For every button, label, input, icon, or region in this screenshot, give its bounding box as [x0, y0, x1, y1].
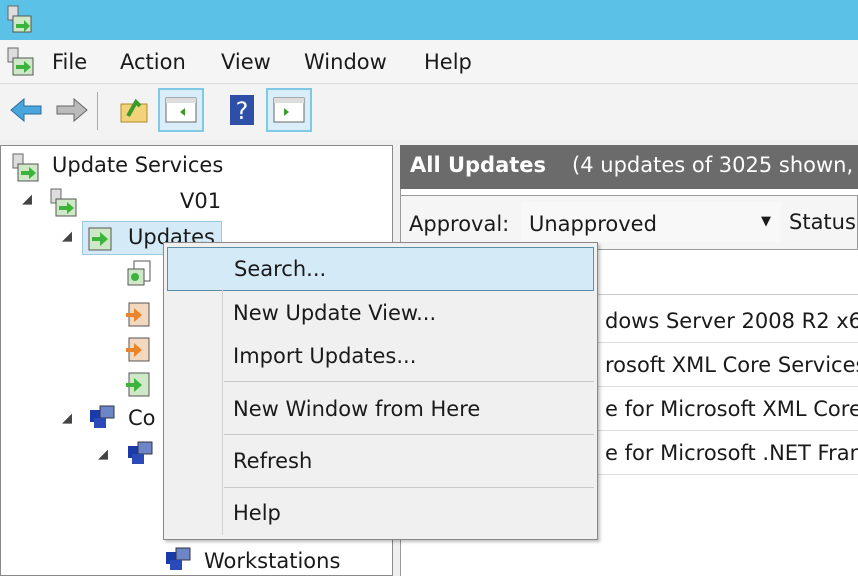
- all-updates-icon: [127, 260, 151, 286]
- menu-item-help[interactable]: Help: [167, 491, 594, 535]
- app-icon: [7, 47, 34, 76]
- back-arrow-icon: [10, 97, 42, 123]
- menu-item-new-update-view[interactable]: New Update View...: [167, 292, 594, 334]
- update-services-icon: [7, 5, 32, 33]
- menu-gutter-divider: [222, 290, 223, 535]
- details-title: All Updates: [410, 153, 547, 177]
- details-header: All Updates (4 updates of 3025 shown, 3: [400, 145, 858, 189]
- menu-window[interactable]: Window: [304, 50, 387, 74]
- expand-triangle-icon[interactable]: ◢: [62, 411, 72, 426]
- tree-item-server[interactable]: V01: [180, 189, 221, 213]
- svg-text:?: ?: [236, 97, 249, 125]
- computer-group-icon: [128, 441, 153, 464]
- menu-separator: [224, 434, 594, 435]
- tree-item-workstations[interactable]: Workstations: [204, 549, 340, 573]
- menu-action[interactable]: Action: [120, 50, 186, 74]
- menu-separator: [224, 487, 594, 488]
- wsus-updates-icon: [126, 372, 150, 397]
- security-updates-icon: [126, 337, 150, 362]
- menu-item-search[interactable]: Search...: [167, 247, 594, 291]
- menu-help[interactable]: Help: [424, 50, 472, 74]
- expand-triangle-icon[interactable]: ◢: [62, 229, 72, 244]
- tree-item-update-services[interactable]: Update Services: [52, 153, 223, 177]
- forward-button[interactable]: [52, 90, 92, 130]
- server-icon: [50, 188, 77, 217]
- menu-separator: [224, 381, 594, 382]
- menu-item-refresh[interactable]: Refresh: [167, 438, 594, 484]
- forward-arrow-icon: [56, 97, 88, 123]
- menu-item-new-window-from-here[interactable]: New Window from Here: [167, 386, 594, 432]
- help-icon: ?: [230, 95, 254, 125]
- expand-triangle-icon[interactable]: ◢: [22, 192, 32, 207]
- console-tree-icon: [165, 97, 197, 123]
- approval-dropdown[interactable]: Unapproved ▼: [521, 202, 781, 242]
- folder-up-icon: [120, 98, 148, 123]
- details-count: (4 updates of 3025 shown, 3: [572, 153, 858, 177]
- update-services-icon: [12, 153, 39, 182]
- updates-icon: [88, 227, 112, 251]
- approval-label: Approval:: [409, 212, 510, 236]
- context-menu: Search... New Update View... Import Upda…: [163, 242, 598, 540]
- help-button[interactable]: ?: [222, 90, 262, 130]
- critical-updates-icon: [126, 302, 150, 327]
- title-bar: [0, 0, 858, 40]
- approval-value: Unapproved: [529, 212, 657, 236]
- menu-item-import-updates[interactable]: Import Updates...: [167, 335, 594, 377]
- action-pane-icon: [273, 97, 305, 123]
- computers-icon: [90, 405, 115, 428]
- up-folder-button[interactable]: [114, 90, 154, 130]
- status-label: Status:: [789, 210, 858, 234]
- show-hide-console-tree-button[interactable]: [158, 88, 204, 132]
- tree-item-computers[interactable]: Co: [128, 406, 156, 430]
- expand-triangle-icon[interactable]: ◢: [98, 447, 108, 462]
- show-hide-action-pane-button[interactable]: [266, 88, 312, 132]
- menu-file[interactable]: File: [52, 50, 87, 74]
- chevron-down-icon: ▼: [761, 214, 771, 229]
- workstations-icon: [166, 547, 191, 570]
- toolbar-divider: [97, 92, 98, 130]
- menu-view[interactable]: View: [221, 50, 271, 74]
- back-button[interactable]: [6, 90, 46, 130]
